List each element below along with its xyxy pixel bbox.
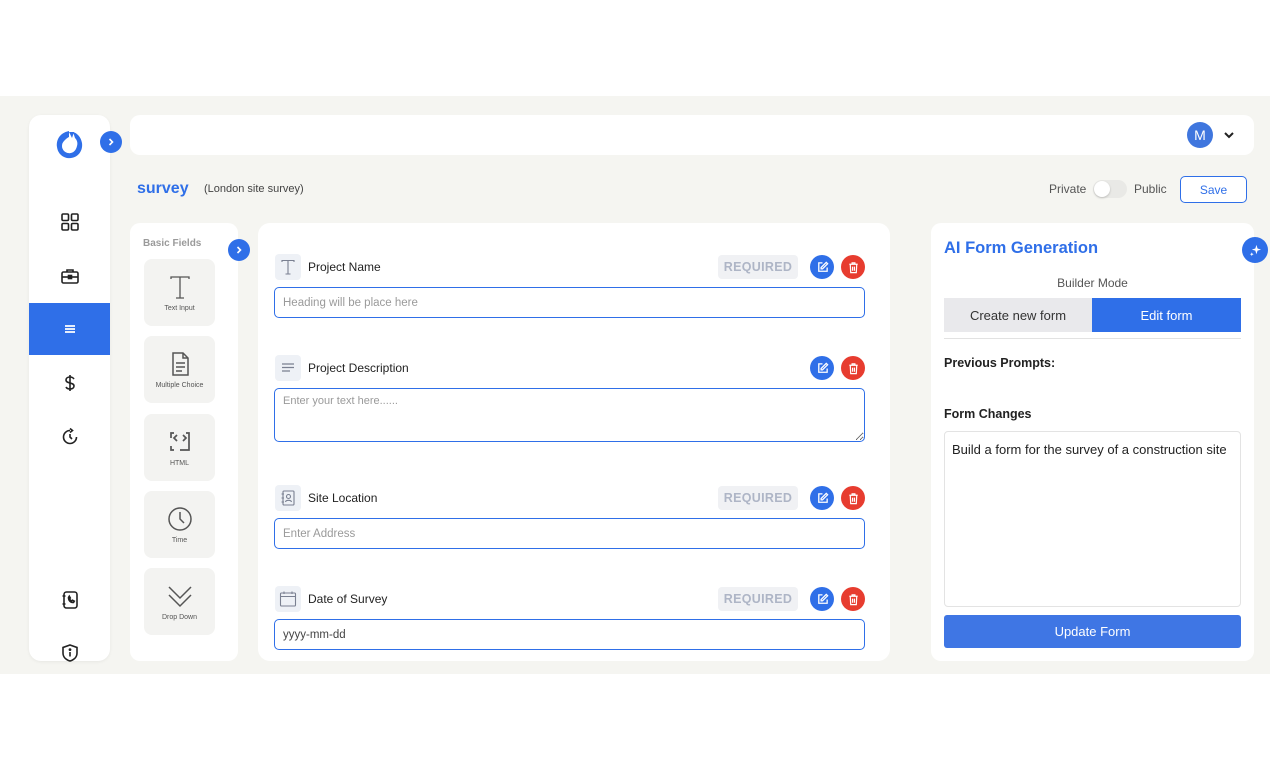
calendar-icon [279,591,297,607]
nav-item-security[interactable] [29,627,110,674]
ai-assist-button[interactable] [1242,237,1268,263]
user-avatar[interactable]: M [1187,122,1213,148]
field-type-icon [275,254,301,280]
sidebar-nav [29,115,110,662]
edit-pencil-icon [817,491,829,503]
document-lines-icon [171,352,189,376]
private-label: Private [1049,182,1087,196]
clock-icon [167,507,192,531]
public-label: Public [1134,182,1167,196]
field-label: Site Location [308,491,378,505]
field-type-icon [275,586,301,612]
shield-info-icon [61,644,78,662]
form-subtitle: (London site survey) [204,183,304,195]
chevron-down-icon [167,586,192,608]
form-changes-prompt-input[interactable]: Build a form for the survey of a constru… [944,431,1241,607]
visibility-toggle[interactable] [1093,180,1127,198]
field-tile-time[interactable]: Time [144,491,215,558]
ai-panel-title: AI Form Generation [944,239,1099,257]
trash-icon [848,362,858,374]
save-button[interactable]: Save [1180,176,1247,203]
sidebar-expand-button[interactable] [100,131,122,153]
field-type-icon [275,485,301,511]
field-label: Project Description [308,361,409,375]
nav-item-history[interactable] [29,411,110,463]
briefcase-icon [60,269,79,284]
app-logo-icon[interactable] [53,129,85,161]
previous-prompts-label: Previous Prompts: [944,356,1056,370]
edit-pencil-icon [817,361,829,373]
required-badge[interactable]: REQUIRED [718,486,798,510]
html-code-icon [169,432,190,451]
project-name-input[interactable] [274,287,865,318]
nav-item-contacts[interactable] [29,574,110,626]
edit-pencil-icon [817,592,829,604]
edit-field-button[interactable] [810,255,834,279]
update-form-button[interactable]: Update Form [944,615,1241,648]
paragraph-lines-icon [282,363,294,372]
delete-field-button[interactable] [841,486,865,510]
form-title: survey [137,180,189,197]
nav-item-forms[interactable] [29,303,110,355]
date-of-survey-input[interactable] [274,619,865,650]
basic-fields-heading: Basic Fields [143,238,202,249]
field-tile-text-input[interactable]: Text Input [144,259,215,326]
field-label: Date of Survey [308,592,388,606]
fields-panel-expand-button[interactable] [228,239,250,261]
chevron-down-icon[interactable] [1222,128,1236,142]
forms-menu-icon [64,325,75,333]
form-canvas: Project Name REQUIRED Project Descriptio… [258,223,890,661]
top-bar: M [130,115,1254,155]
nav-item-dashboard[interactable] [29,196,110,248]
nav-item-briefcase[interactable] [29,250,110,302]
required-badge[interactable]: REQUIRED [718,255,798,279]
tile-label: Time [171,537,188,544]
address-book-icon [281,490,295,506]
delete-field-button[interactable] [841,587,865,611]
tile-label: Text Input [164,305,195,312]
trash-icon [848,492,858,504]
basic-fields-panel: Basic Fields Text Input Multiple Choice … [130,223,238,661]
edit-field-button[interactable] [810,486,834,510]
text-t-icon [169,276,190,299]
form-changes-label: Form Changes [944,407,1032,421]
builder-mode-label: Builder Mode [1057,276,1128,290]
delete-field-button[interactable] [841,356,865,380]
site-location-input[interactable] [274,518,865,549]
project-description-textarea[interactable] [274,388,865,442]
tab-edit-form[interactable]: Edit form [1092,298,1241,332]
sparkle-icon [1249,244,1261,256]
text-t-icon [281,259,295,275]
edit-pencil-icon [817,260,829,272]
app-root: M survey (London site survey) Private Pu… [0,96,1270,674]
tile-label: HTML [169,460,190,467]
chevron-right-icon [236,246,242,254]
tab-create-new-form[interactable]: Create new form [944,298,1092,332]
refresh-clock-icon [62,427,77,445]
field-tile-multiple-choice[interactable]: Multiple Choice [144,336,215,403]
trash-icon [848,593,858,605]
divider [944,338,1241,339]
field-tile-html[interactable]: HTML [144,414,215,481]
tile-label: Drop Down [161,614,197,621]
tile-label: Multiple Choice [155,382,204,389]
required-badge[interactable]: REQUIRED [718,587,798,611]
ai-form-generation-panel: AI Form Generation Builder Mode Create n… [931,223,1254,661]
edit-field-button[interactable] [810,356,834,380]
dashboard-grid-icon [60,213,79,231]
chevron-right-icon [108,138,114,146]
field-tile-drop-down[interactable]: Drop Down [144,568,215,635]
field-type-icon [275,355,301,381]
field-label: Project Name [308,260,381,274]
delete-field-button[interactable] [841,255,865,279]
dollar-icon [64,375,75,391]
trash-icon [848,261,858,273]
edit-field-button[interactable] [810,587,834,611]
phone-book-icon [62,591,78,609]
toggle-knob [1094,181,1110,197]
nav-item-billing[interactable] [29,357,110,409]
